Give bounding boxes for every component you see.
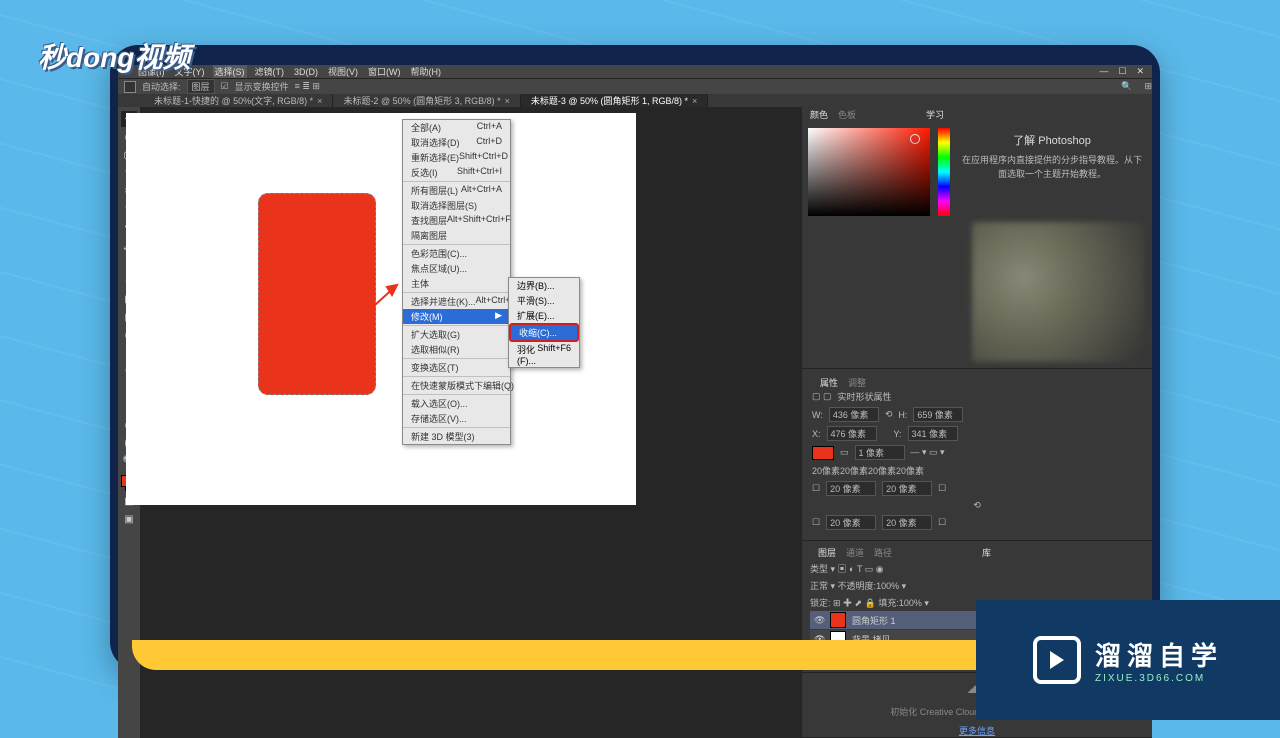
- menu-window[interactable]: 窗口(W): [366, 65, 403, 78]
- props-title: 实时形状属性: [838, 390, 892, 403]
- learn-desc: 在应用程序内直接提供的分步指导教程。从下面选取一个主题开始教程。: [962, 154, 1142, 181]
- brand-logo-top: 秒dong视频: [38, 36, 190, 76]
- menu-item[interactable]: 所有图层(L)Alt+Ctrl+A: [403, 183, 510, 198]
- menu-item[interactable]: 主体: [403, 276, 510, 291]
- search-icon[interactable]: 🔍: [1121, 81, 1132, 92]
- r3[interactable]: 20 像素: [826, 515, 876, 530]
- close-icon[interactable]: ✕: [1134, 66, 1146, 77]
- submenu-item[interactable]: 收缩(C)...: [509, 323, 579, 342]
- doc-tab-1[interactable]: 未标题-1-快捷的 @ 50%(文字, RGB/8) *×: [144, 94, 333, 107]
- menu-select[interactable]: 选择(S): [213, 65, 247, 78]
- r1[interactable]: 20 像素: [826, 481, 876, 496]
- r2[interactable]: 20 像素: [882, 481, 932, 496]
- auto-select-label: 自动选择:: [142, 80, 181, 93]
- brand-cn: 溜溜自学: [1095, 636, 1223, 673]
- menu-3d[interactable]: 3D(D): [292, 67, 320, 77]
- play-icon: [1033, 636, 1081, 684]
- lib-link[interactable]: 更多信息: [959, 724, 995, 737]
- doc-tab-3[interactable]: 未标题-3 @ 50% (圆角矩形 1, RGB/8) *×: [521, 94, 708, 107]
- menu-item[interactable]: 查找图层Alt+Shift+Ctrl+F: [403, 213, 510, 228]
- document-tabs[interactable]: 未标题-1-快捷的 @ 50%(文字, RGB/8) *× 未标题-2 @ 50…: [118, 94, 1152, 107]
- submenu-item[interactable]: 平滑(S)...: [509, 293, 579, 308]
- tutorial-frame: 图像(I) 文字(Y) 选择(S) 滤镜(T) 3D(D) 视图(V) 窗口(W…: [110, 45, 1160, 670]
- menu-item[interactable]: 取消选择图层(S): [403, 198, 510, 213]
- paths-tab[interactable]: 路径: [874, 546, 892, 559]
- menu-item[interactable]: 新建 3D 模型(3): [403, 429, 510, 444]
- properties-panel: 属性调整 ▢ ▢ 实时形状属性 W:436 像素⟲H:659 像素 X:476 …: [802, 369, 1152, 541]
- minimize-icon[interactable]: —: [1097, 66, 1110, 77]
- menu-item[interactable]: 修改(M)▶: [403, 309, 510, 324]
- menu-item[interactable]: 取消选择(D)Ctrl+D: [403, 135, 510, 150]
- menu-item[interactable]: 存储选区(V)...: [403, 411, 510, 426]
- menu-item[interactable]: 选取相似(R): [403, 342, 510, 357]
- maximize-icon[interactable]: ☐: [1116, 66, 1128, 77]
- screenmode-icon[interactable]: ▣: [121, 511, 137, 527]
- adjust-tab[interactable]: 调整: [848, 376, 866, 389]
- workspace-icon[interactable]: ⊞: [1144, 81, 1152, 92]
- align-icons[interactable]: ≡ ≣ ⊞: [295, 81, 320, 92]
- learn-thumbnail[interactable]: [972, 222, 1144, 362]
- submenu-item[interactable]: 扩展(E)...: [509, 308, 579, 323]
- r4[interactable]: 20 像素: [882, 515, 932, 530]
- y-field[interactable]: 341 像素: [908, 426, 958, 441]
- menu-item[interactable]: 反选(I)Shift+Ctrl+I: [403, 165, 510, 180]
- x-field[interactable]: 476 像素: [827, 426, 877, 441]
- menu-item[interactable]: 焦点区域(U)...: [403, 261, 510, 276]
- brand-en: ZIXUE.3D66.COM: [1095, 673, 1223, 684]
- menu-item[interactable]: 全部(A)Ctrl+A: [403, 120, 510, 135]
- menu-view[interactable]: 视图(V): [326, 65, 360, 78]
- menu-item[interactable]: 重新选择(E)Shift+Ctrl+D: [403, 150, 510, 165]
- photoshop-window: 图像(I) 文字(Y) 选择(S) 滤镜(T) 3D(D) 视图(V) 窗口(W…: [118, 65, 1152, 640]
- hue-slider[interactable]: [938, 128, 950, 216]
- menu-help[interactable]: 帮助(H): [409, 65, 444, 78]
- menu-item[interactable]: 色彩范围(C)...: [403, 246, 510, 261]
- brand-logo-bottom: 溜溜自学 ZIXUE.3D66.COM: [976, 600, 1280, 720]
- options-bar: 自动选择: 图层 ☑ 显示变换控件 ≡ ≣ ⊞ 🔍 ⊞: [118, 78, 1152, 94]
- learn-panel: 了解 Photoshop 在应用程序内直接提供的分步指导教程。从下面选取一个主题…: [952, 122, 1152, 222]
- learn-title: 了解 Photoshop: [962, 132, 1142, 148]
- menu-item[interactable]: 隔离图层: [403, 228, 510, 243]
- menu-filter[interactable]: 滤镜(T): [253, 65, 287, 78]
- radius-row: 20像素20像素20像素20像素: [812, 464, 1142, 477]
- auto-select-dropdown[interactable]: 图层: [187, 79, 215, 94]
- menu-item[interactable]: 选择并遮住(K)...Alt+Ctrl+R: [403, 294, 510, 309]
- channels-tab[interactable]: 通道: [846, 546, 864, 559]
- lib-tab[interactable]: 库: [982, 546, 991, 559]
- height-field[interactable]: 659 像素: [913, 407, 963, 422]
- visibility-icon[interactable]: 👁: [814, 615, 824, 626]
- doc-tab-2[interactable]: 未标题-2 @ 50% (圆角矩形 3, RGB/8) *×: [333, 94, 520, 107]
- fill-swatch[interactable]: [812, 446, 834, 460]
- properties-tab[interactable]: 属性: [820, 376, 838, 389]
- menu-item[interactable]: 变换选区(T): [403, 360, 510, 375]
- layers-tab[interactable]: 图层: [818, 546, 836, 559]
- menu-bar[interactable]: 图像(I) 文字(Y) 选择(S) 滤镜(T) 3D(D) 视图(V) 窗口(W…: [118, 65, 1152, 78]
- menu-item[interactable]: 扩大选取(G): [403, 327, 510, 342]
- color-tab[interactable]: 颜色: [810, 108, 828, 121]
- learn-tab[interactable]: 学习: [926, 108, 944, 121]
- swatches-tab[interactable]: 色板: [838, 108, 856, 121]
- select-menu[interactable]: 全部(A)Ctrl+A取消选择(D)Ctrl+D重新选择(E)Shift+Ctr…: [402, 119, 511, 445]
- width-field[interactable]: 436 像素: [829, 407, 879, 422]
- show-transform-label: 显示变换控件: [235, 80, 289, 93]
- menu-item[interactable]: 载入选区(O)...: [403, 396, 510, 411]
- tool-preset-icon[interactable]: [124, 81, 136, 93]
- submenu-item[interactable]: 边界(B)...: [509, 278, 579, 293]
- modify-submenu[interactable]: 边界(B)...平滑(S)...扩展(E)...收缩(C)...羽化(F)...…: [508, 277, 580, 368]
- submenu-item[interactable]: 羽化(F)...Shift+F6: [509, 342, 579, 367]
- annotation-arrow-icon: [312, 277, 412, 367]
- color-field[interactable]: [808, 128, 930, 216]
- menu-item[interactable]: 在快速蒙版模式下编辑(Q): [403, 378, 510, 393]
- stroke-width[interactable]: 1 像素: [855, 445, 905, 460]
